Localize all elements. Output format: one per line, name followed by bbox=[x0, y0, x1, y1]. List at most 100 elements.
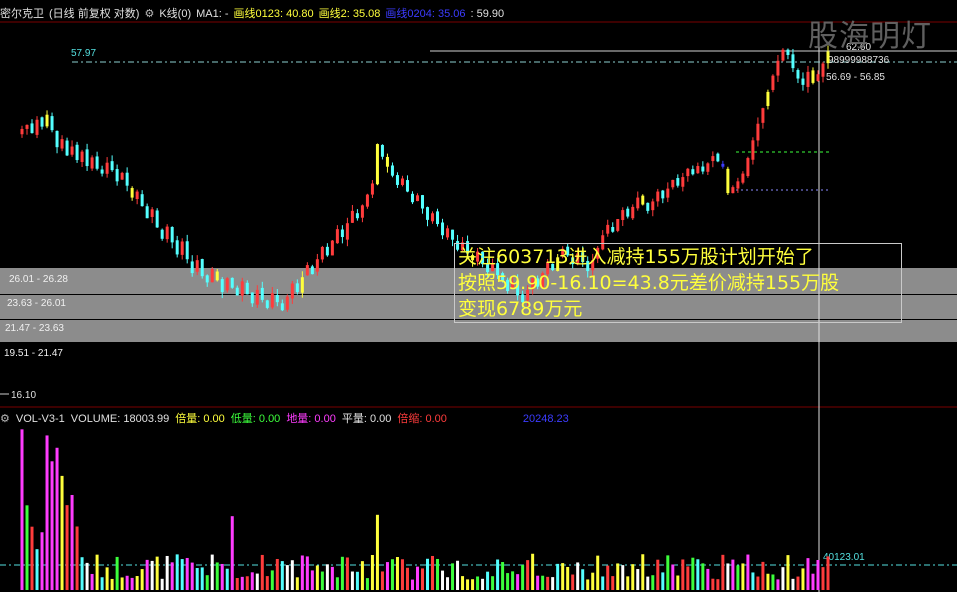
volume-bar bbox=[616, 563, 620, 590]
volume-bar bbox=[636, 569, 640, 590]
chart-mode: (日线 前复权 对数) bbox=[49, 8, 140, 20]
volume-bar bbox=[70, 494, 74, 590]
volume-bar bbox=[661, 572, 665, 590]
volume-bar bbox=[621, 565, 625, 590]
candle-body bbox=[280, 303, 284, 311]
candle-body bbox=[205, 275, 209, 283]
volume-bar bbox=[250, 572, 254, 590]
volume-bar bbox=[100, 577, 104, 590]
volume-bar bbox=[671, 564, 675, 590]
volume-bar bbox=[225, 568, 229, 590]
candle-body bbox=[135, 191, 139, 200]
candle-body bbox=[95, 156, 99, 169]
candle-body bbox=[385, 156, 389, 167]
bottom-low-label: 16.10 bbox=[11, 390, 36, 401]
volume-bar bbox=[315, 565, 319, 590]
volume-indicator-name[interactable]: VOL-V3-1 bbox=[16, 413, 65, 425]
candle-body bbox=[340, 229, 344, 238]
candle-body bbox=[741, 173, 745, 183]
volume-bar bbox=[436, 558, 440, 590]
volume-bar bbox=[110, 578, 114, 590]
candle-body bbox=[681, 177, 685, 187]
volume-bar bbox=[651, 575, 655, 590]
candle-body bbox=[215, 271, 219, 281]
candle-body bbox=[761, 108, 765, 123]
di-liang: 低量: 0.00 bbox=[230, 413, 281, 425]
volume-bar bbox=[771, 574, 775, 590]
watermark: 股海明灯 bbox=[808, 19, 932, 54]
right-label-1: 98999988736 bbox=[828, 55, 890, 66]
candle-body bbox=[721, 163, 725, 167]
volume-bar bbox=[601, 576, 605, 590]
candle-body bbox=[410, 193, 414, 203]
candle-body bbox=[626, 208, 630, 217]
gear-icon[interactable]: ⚙ bbox=[0, 413, 10, 425]
volume-bar bbox=[330, 566, 334, 590]
candle-body bbox=[616, 219, 620, 231]
candle-body bbox=[756, 123, 760, 141]
annotation-line-3: 变现6789万元 bbox=[458, 298, 583, 320]
volume-bar bbox=[350, 571, 354, 590]
candle-body bbox=[405, 180, 409, 192]
volume-bar bbox=[80, 557, 84, 590]
volume-bar bbox=[235, 578, 239, 590]
volume-bar bbox=[736, 565, 740, 590]
volume-bar bbox=[285, 565, 289, 590]
candle-body bbox=[656, 191, 660, 202]
volume-bar bbox=[140, 569, 144, 590]
candle-body bbox=[691, 169, 695, 175]
volume-bar bbox=[305, 556, 309, 590]
volume-bar bbox=[776, 579, 780, 590]
volume-bar bbox=[606, 565, 610, 590]
candle-body bbox=[796, 70, 800, 79]
volume-bar bbox=[205, 575, 209, 590]
candle-body bbox=[821, 63, 825, 77]
volume-bar bbox=[60, 475, 64, 590]
band-label-4: 19.51 - 21.47 bbox=[4, 348, 63, 359]
volume-bar bbox=[210, 554, 214, 590]
volume-bar bbox=[195, 568, 199, 590]
volume-bar bbox=[716, 579, 720, 590]
candle-body bbox=[140, 194, 144, 207]
candle-body bbox=[255, 289, 259, 305]
volume-bar bbox=[360, 561, 364, 590]
candle-body bbox=[686, 168, 690, 177]
volume-bar bbox=[701, 563, 705, 590]
volume-bar bbox=[155, 556, 159, 590]
volume-bar bbox=[125, 575, 129, 590]
ma1-label: MA1: - bbox=[196, 8, 229, 20]
candle-body bbox=[431, 213, 435, 222]
bei-suo: 倍缩: 0.00 bbox=[397, 413, 447, 425]
gear-icon[interactable]: ⚙ bbox=[144, 8, 154, 20]
candle-body bbox=[130, 188, 134, 198]
candle-body bbox=[285, 296, 289, 310]
candle-body bbox=[791, 54, 795, 69]
volume-bar bbox=[395, 557, 399, 590]
candle-body bbox=[60, 139, 64, 149]
candle-body bbox=[45, 114, 49, 127]
volume-bar bbox=[145, 559, 149, 590]
volume-bar bbox=[761, 561, 765, 590]
candle-body bbox=[165, 226, 169, 240]
stock-name[interactable]: 密尔克卫 bbox=[0, 8, 44, 20]
volume-bar bbox=[531, 553, 535, 590]
candle-body bbox=[706, 163, 710, 172]
volume-bar bbox=[656, 559, 660, 590]
volume-bar bbox=[451, 563, 455, 590]
candle-body bbox=[115, 169, 119, 182]
candle-body bbox=[180, 241, 184, 255]
candle-body bbox=[40, 117, 44, 127]
volume-bar bbox=[325, 564, 329, 590]
volume-bar bbox=[786, 555, 790, 590]
candle-body bbox=[80, 151, 84, 162]
candle-body bbox=[701, 166, 705, 172]
candle-body bbox=[621, 210, 625, 221]
volume-value: VOLUME: 18003.99 bbox=[70, 413, 170, 425]
volume-bar bbox=[45, 435, 49, 590]
volume-bar bbox=[571, 574, 575, 590]
line1-value: 画线0123: 40.80 bbox=[233, 8, 314, 20]
volume-bar bbox=[556, 563, 560, 590]
volume-bar bbox=[676, 575, 680, 590]
volume-bar bbox=[380, 571, 384, 590]
candle-body bbox=[771, 75, 775, 90]
